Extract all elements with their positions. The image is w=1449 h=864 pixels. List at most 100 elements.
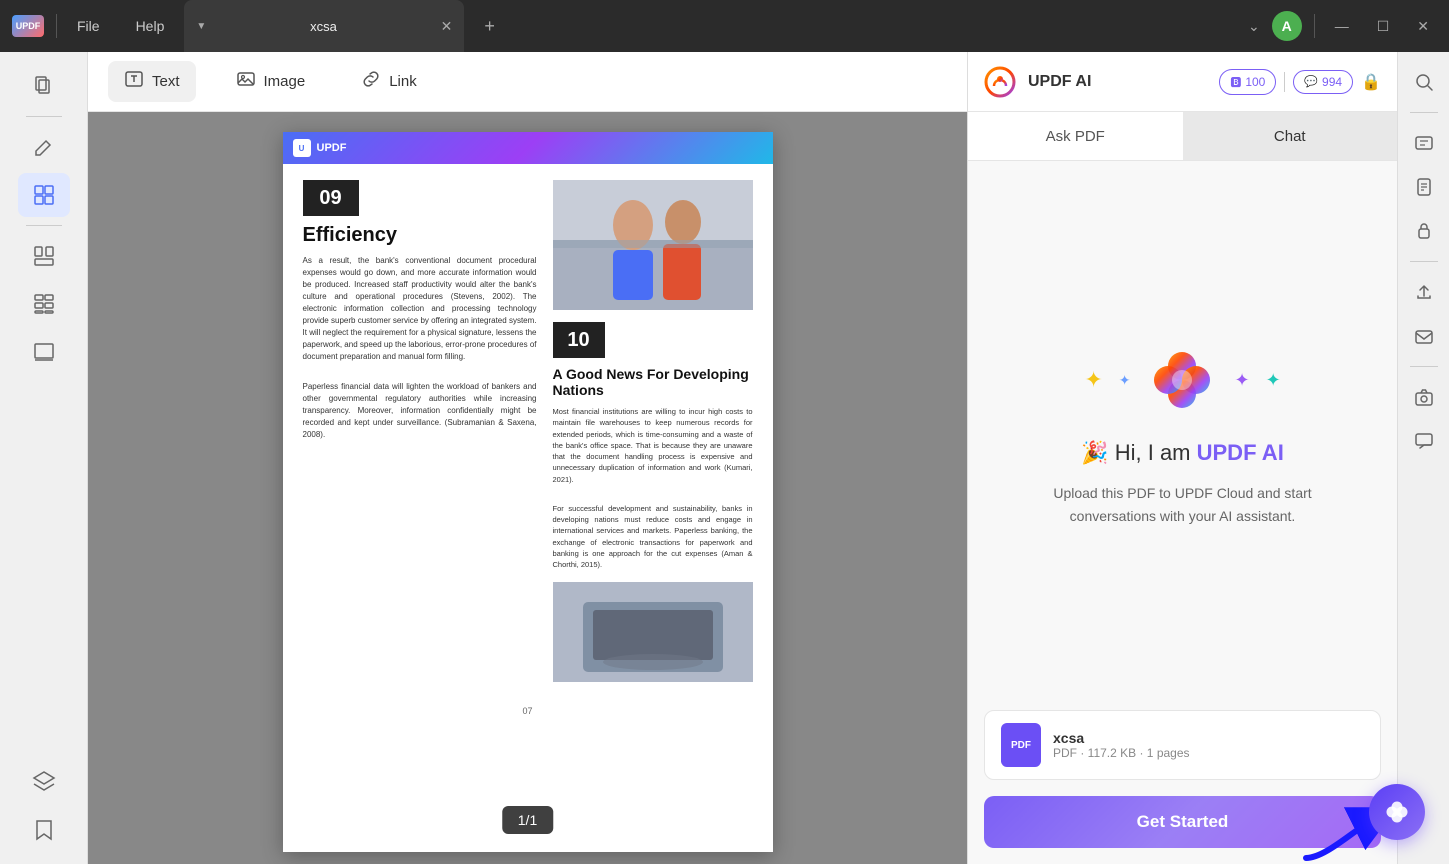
right-icon-protect[interactable] bbox=[1406, 213, 1442, 249]
toolbar-text-label: Text bbox=[152, 73, 180, 90]
ai-orb-icon bbox=[1146, 344, 1218, 416]
minimize-button[interactable]: — bbox=[1327, 14, 1357, 38]
right-icon-chat[interactable] bbox=[1406, 423, 1442, 459]
right-icon-search[interactable] bbox=[1406, 64, 1442, 100]
right-icon-mail[interactable] bbox=[1406, 318, 1442, 354]
sidebar-icon-organize[interactable] bbox=[18, 234, 70, 278]
toolbar: Text Image bbox=[88, 52, 967, 112]
right-divider-3 bbox=[1410, 366, 1438, 367]
main-layout: Text Image bbox=[0, 52, 1449, 864]
page-indicator: 1/1 bbox=[502, 806, 553, 834]
tab-xcsa[interactable]: ▼ xcsa ✕ bbox=[184, 0, 464, 52]
credit-value-2: 994 bbox=[1322, 75, 1342, 89]
section-09-title: Efficiency bbox=[303, 224, 537, 247]
sparkle-purple-icon: ✦ bbox=[1234, 370, 1249, 391]
get-started-button[interactable]: Get Started bbox=[984, 796, 1381, 848]
doc-content: 09 Efficiency As a result, the bank's co… bbox=[283, 164, 773, 698]
divider2 bbox=[1314, 14, 1315, 38]
tab-chat[interactable]: Chat bbox=[1183, 112, 1398, 160]
credit-icon-2: 💬 bbox=[1304, 75, 1318, 88]
section-09-body: As a result, the bank's conventional doc… bbox=[303, 255, 537, 363]
ai-content-area: ✦ ✦ bbox=[968, 161, 1397, 710]
doc-right-column: 10 A Good News For Developing Nations Mo… bbox=[553, 180, 753, 682]
ai-tabs: Ask PDF Chat bbox=[968, 112, 1397, 161]
chevron-down-icon[interactable]: ⌄ bbox=[1248, 18, 1260, 35]
header-divider bbox=[1284, 72, 1285, 92]
floating-ai-icon bbox=[1383, 798, 1411, 826]
maximize-button[interactable]: ☐ bbox=[1369, 14, 1398, 39]
tab-dropdown-icon[interactable]: ▼ bbox=[196, 21, 206, 32]
sidebar-icon-stamp[interactable] bbox=[18, 330, 70, 374]
right-icon-share[interactable] bbox=[1406, 274, 1442, 310]
right-icon-ocr[interactable] bbox=[1406, 125, 1442, 161]
greeting-text: Hi, I am bbox=[1115, 440, 1197, 465]
ai-title: UPDF AI bbox=[1028, 73, 1091, 91]
ai-sparkles: ✦ ✦ bbox=[1084, 344, 1280, 416]
file-details: xcsa PDF · 117.2 KB · 1 pages bbox=[1053, 730, 1190, 760]
right-divider-2 bbox=[1410, 261, 1438, 262]
left-sidebar bbox=[0, 52, 88, 864]
section-10-number: 10 bbox=[553, 322, 605, 358]
right-divider-1 bbox=[1410, 112, 1438, 113]
link-icon bbox=[361, 69, 381, 94]
doc-image-laptop bbox=[553, 582, 753, 682]
new-tab-button[interactable]: + bbox=[484, 16, 495, 37]
section-09-number: 09 bbox=[303, 180, 359, 216]
ai-panel: UPDF AI 🅱 100 💬 994 🔒 Ask PDF Chat bbox=[967, 52, 1397, 864]
pdf-icon: PDF bbox=[1001, 723, 1041, 767]
sidebar-icon-tools[interactable] bbox=[18, 282, 70, 326]
toolbar-text-button[interactable]: Text bbox=[108, 61, 196, 102]
ai-subtitle: Upload this PDF to UPDF Cloud and start … bbox=[1013, 482, 1353, 527]
document-viewer[interactable]: U UPDF 09 Efficiency As a result, the ba… bbox=[88, 112, 967, 864]
menu-file[interactable]: File bbox=[69, 14, 108, 38]
sidebar-icon-layers[interactable] bbox=[18, 760, 70, 804]
file-info-bar: PDF xcsa PDF · 117.2 KB · 1 pages bbox=[984, 710, 1381, 780]
lock-icon[interactable]: 🔒 bbox=[1361, 72, 1381, 92]
sparkle-teal-icon: ✦ bbox=[1266, 370, 1281, 391]
menu-help[interactable]: Help bbox=[128, 14, 173, 38]
right-icon-page[interactable] bbox=[1406, 169, 1442, 205]
ai-header: UPDF AI 🅱 100 💬 994 🔒 bbox=[968, 52, 1397, 112]
sidebar-icon-pages[interactable] bbox=[18, 64, 70, 108]
toolbar-link-button[interactable]: Link bbox=[345, 61, 433, 102]
sidebar-divider-2 bbox=[26, 225, 62, 226]
content-area: Text Image bbox=[88, 52, 967, 864]
greeting-brand: UPDF AI bbox=[1197, 440, 1284, 465]
toolbar-image-button[interactable]: Image bbox=[220, 61, 322, 102]
sidebar-divider-1 bbox=[26, 116, 62, 117]
window-controls: ⌄ A — ☐ ✕ bbox=[1248, 11, 1437, 41]
sparkle-yellow-icon: ✦ bbox=[1084, 367, 1102, 393]
title-bar: UPDF File Help ▼ xcsa ✕ + ⌄ A — ☐ ✕ bbox=[0, 0, 1449, 52]
text-icon bbox=[124, 69, 144, 94]
pdf-label: PDF bbox=[1011, 740, 1031, 751]
greeting-emoji: 🎉 bbox=[1081, 440, 1108, 465]
credit-badge-1[interactable]: 🅱 100 bbox=[1219, 69, 1276, 95]
app-logo: UPDF bbox=[12, 15, 44, 37]
toolbar-image-label: Image bbox=[264, 73, 306, 90]
credit-value-1: 100 bbox=[1245, 75, 1265, 89]
doc-header-logo: U bbox=[293, 139, 311, 157]
file-meta: PDF · 117.2 KB · 1 pages bbox=[1053, 746, 1190, 760]
right-sidebar bbox=[1397, 52, 1449, 864]
ai-header-right: 🅱 100 💬 994 🔒 bbox=[1219, 69, 1381, 95]
sidebar-icon-edit[interactable] bbox=[18, 125, 70, 169]
divider bbox=[56, 14, 57, 38]
doc-image-women bbox=[553, 180, 753, 310]
sparkle-dot-1: ✦ bbox=[1119, 372, 1131, 389]
menu-bar: File Help bbox=[69, 14, 172, 38]
doc-header-bar: U UPDF bbox=[283, 132, 773, 164]
section-10-body2: For successful development and sustainab… bbox=[553, 503, 753, 571]
tab-ask-pdf[interactable]: Ask PDF bbox=[968, 112, 1183, 160]
sidebar-icon-annotate[interactable] bbox=[18, 173, 70, 217]
credit-icon-1: 🅱 bbox=[1230, 74, 1241, 90]
document-page: U UPDF 09 Efficiency As a result, the ba… bbox=[283, 132, 773, 852]
ai-greeting-line: 🎉 Hi, I am UPDF AI bbox=[1081, 440, 1284, 466]
avatar[interactable]: A bbox=[1272, 11, 1302, 41]
toolbar-link-label: Link bbox=[389, 73, 417, 90]
credit-badge-2[interactable]: 💬 994 bbox=[1293, 70, 1353, 94]
close-button[interactable]: ✕ bbox=[1409, 14, 1437, 39]
tab-close-button[interactable]: ✕ bbox=[441, 18, 453, 35]
floating-ai-button[interactable] bbox=[1369, 784, 1425, 840]
right-icon-camera[interactable] bbox=[1406, 379, 1442, 415]
sidebar-icon-bookmark[interactable] bbox=[18, 808, 70, 852]
